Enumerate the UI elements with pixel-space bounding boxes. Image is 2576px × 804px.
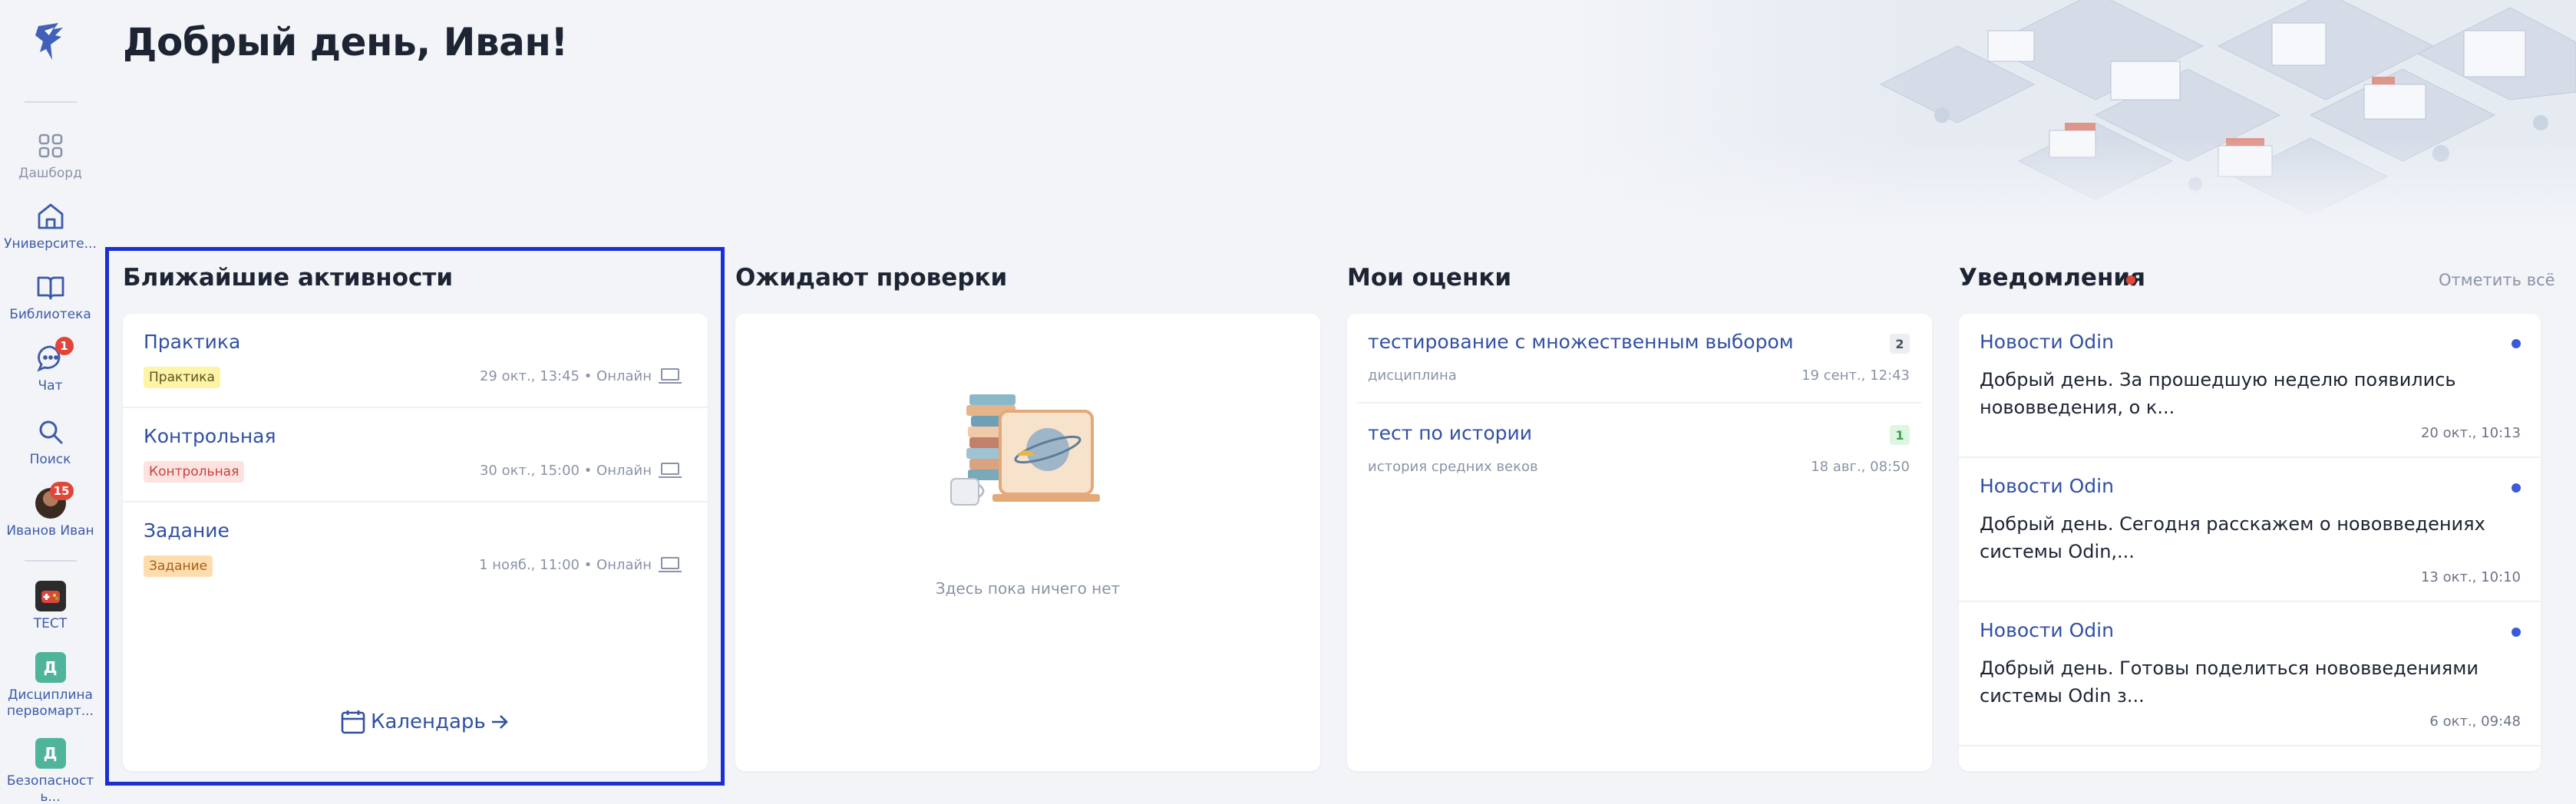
- griffin-logo-icon[interactable]: [28, 18, 74, 64]
- notification-text: Добрый день. Готовы поделиться нововведе…: [1980, 657, 2479, 707]
- activities-card: Практика Практика 29 окт., 13:45 • Онлай…: [123, 314, 708, 771]
- activity-meta: 1 нояб., 11:00 • Онлайн: [479, 556, 682, 573]
- grade-subject: дисциплина: [1368, 367, 1457, 384]
- course-letter-icon: Д: [35, 652, 66, 683]
- sidebar-divider: [25, 101, 77, 103]
- review-title: Ожидают проверки: [735, 264, 1008, 292]
- sidebar-item-library[interactable]: Библиотека: [0, 272, 101, 323]
- activity-type-badge: Контрольная: [144, 461, 245, 483]
- sidebar-item-profile[interactable]: 15 Иванов Иван: [0, 482, 101, 539]
- grade-item[interactable]: тест по истории 1 история средних веков …: [1356, 405, 1921, 495]
- avatar-wrapper: 15: [35, 482, 74, 519]
- sidebar-divider: [25, 560, 77, 562]
- unread-dot-icon: [2512, 628, 2521, 637]
- sidebar-course-discipline[interactable]: Д Дисциплина первомарт...: [0, 652, 101, 720]
- notifications-title: Уведомления: [1959, 264, 2145, 292]
- notifications-card: Новости Odin Добрый день. За прошедшую н…: [1959, 314, 2541, 771]
- sidebar-item-label: Дисциплина первомарт...: [7, 687, 94, 719]
- hero-city-illustration: [1558, 0, 2576, 230]
- notification-item[interactable]: Новости Odin Добрый день. Сегодня расска…: [1959, 458, 2541, 602]
- activity-item[interactable]: Задание Задание 1 нояб., 11:00 • Онлайн: [123, 502, 708, 597]
- sidebar-item-dashboard[interactable]: Дашборд: [0, 130, 101, 182]
- book-icon: [35, 272, 66, 302]
- home-icon: [35, 201, 66, 232]
- notification-text: Добрый день. Сегодня расскажем о нововве…: [1980, 513, 2485, 562]
- empty-state-illustration: [946, 379, 1108, 517]
- sidebar: Дашборд Университе... Библиотека 1 Чат П…: [0, 0, 101, 804]
- sidebar-item-label: Поиск: [29, 452, 71, 467]
- sidebar-item-label: Иванов Иван: [6, 523, 94, 539]
- review-card: Здесь пока ничего нет: [735, 314, 1320, 771]
- notification-time: 13 окт., 10:10: [2420, 569, 2521, 585]
- sidebar-item-search[interactable]: Поиск: [0, 417, 101, 468]
- sidebar-item-label: Безопасност ь...: [6, 773, 94, 804]
- sidebar-item-label: Чат: [38, 378, 63, 394]
- grid-icon: [35, 130, 66, 161]
- laptop-icon: [659, 463, 682, 478]
- activity-type-badge: Задание: [144, 555, 213, 577]
- activity-datetime: 29 окт., 13:45 • Онлайн: [479, 367, 652, 384]
- grade-badge: 2: [1890, 334, 1910, 354]
- activity-title[interactable]: Задание: [144, 519, 230, 542]
- sidebar-course-test[interactable]: ТЕСТ: [0, 581, 101, 632]
- calendar-link-label: Календарь: [371, 710, 486, 733]
- arrow-right-icon: [491, 715, 508, 729]
- notification-item[interactable]: Новости Odin Добрый день. За прошедшую н…: [1959, 314, 2541, 458]
- sidebar-item-chat[interactable]: 1 Чат: [0, 337, 101, 394]
- profile-notification-badge: 15: [49, 482, 74, 500]
- sidebar-item-label: Библиотека: [9, 307, 91, 322]
- notification-text: Добрый день. За прошедшую неделю появили…: [1980, 369, 2456, 418]
- calendar-link[interactable]: Календарь: [340, 709, 509, 735]
- grade-date: 19 сент., 12:43: [1802, 367, 1910, 384]
- grades-title: Мои оценки: [1347, 264, 1512, 292]
- sidebar-item-label: Университе...: [4, 236, 97, 252]
- notification-source[interactable]: Новости Odin: [1980, 619, 2114, 641]
- sidebar-item-label: ТЕСТ: [33, 616, 68, 631]
- unread-dot-icon: [2512, 483, 2521, 493]
- activity-item[interactable]: Контрольная Контрольная 30 окт., 15:00 •…: [123, 408, 708, 502]
- grade-subject: история средних веков: [1368, 459, 1538, 475]
- activity-item[interactable]: Практика Практика 29 окт., 13:45 • Онлай…: [123, 314, 708, 408]
- activity-datetime: 30 окт., 15:00 • Онлайн: [479, 462, 652, 479]
- laptop-icon: [659, 557, 682, 572]
- notification-time: 6 окт., 09:48: [2429, 713, 2521, 730]
- mark-all-read-button[interactable]: Отметить всё: [2439, 271, 2555, 289]
- activity-type-badge: Практика: [144, 367, 220, 388]
- grade-item[interactable]: тестирование с множественным выбором 2 д…: [1356, 314, 1921, 404]
- sidebar-course-safety[interactable]: Д Безопасност ь...: [0, 738, 101, 804]
- notifications-unread-indicator: [2126, 275, 2135, 285]
- grade-title[interactable]: тест по истории: [1368, 422, 1532, 444]
- grade-badge: 1: [1890, 425, 1910, 445]
- course-letter-icon: Д: [35, 738, 66, 769]
- chat-icon: 1: [35, 337, 74, 374]
- activity-title[interactable]: Практика: [144, 331, 240, 353]
- activity-meta: 29 окт., 13:45 • Онлайн: [480, 367, 682, 384]
- sidebar-item-university[interactable]: Университе...: [0, 201, 101, 252]
- notification-time: 20 окт., 10:13: [2420, 425, 2521, 441]
- empty-state-text: Здесь пока ничего нет: [935, 579, 1121, 598]
- page-title: Добрый день, Иван!: [123, 20, 568, 64]
- unread-dot-icon: [2512, 339, 2521, 348]
- sidebar-item-label: Дашборд: [18, 166, 82, 181]
- notification-item[interactable]: Новости Odin Добрый день. Готовы поделит…: [1959, 602, 2541, 746]
- search-icon: [35, 417, 66, 447]
- game-icon: [35, 581, 66, 611]
- grade-date: 18 авг., 08:50: [1811, 459, 1910, 475]
- notification-source[interactable]: Новости Odin: [1980, 475, 2114, 497]
- activity-meta: 30 окт., 15:00 • Онлайн: [480, 462, 682, 479]
- activities-title: Ближайшие активности: [123, 264, 454, 292]
- laptop-icon: [659, 368, 682, 384]
- grade-title[interactable]: тестирование с множественным выбором: [1368, 331, 1794, 353]
- activity-title[interactable]: Контрольная: [144, 425, 276, 447]
- notification-source[interactable]: Новости Odin: [1980, 331, 2114, 353]
- grades-card: тестирование с множественным выбором 2 д…: [1347, 314, 1932, 771]
- chat-unread-badge: 1: [54, 337, 74, 355]
- calendar-icon: [341, 710, 365, 734]
- activity-datetime: 1 нояб., 11:00 • Онлайн: [479, 556, 652, 573]
